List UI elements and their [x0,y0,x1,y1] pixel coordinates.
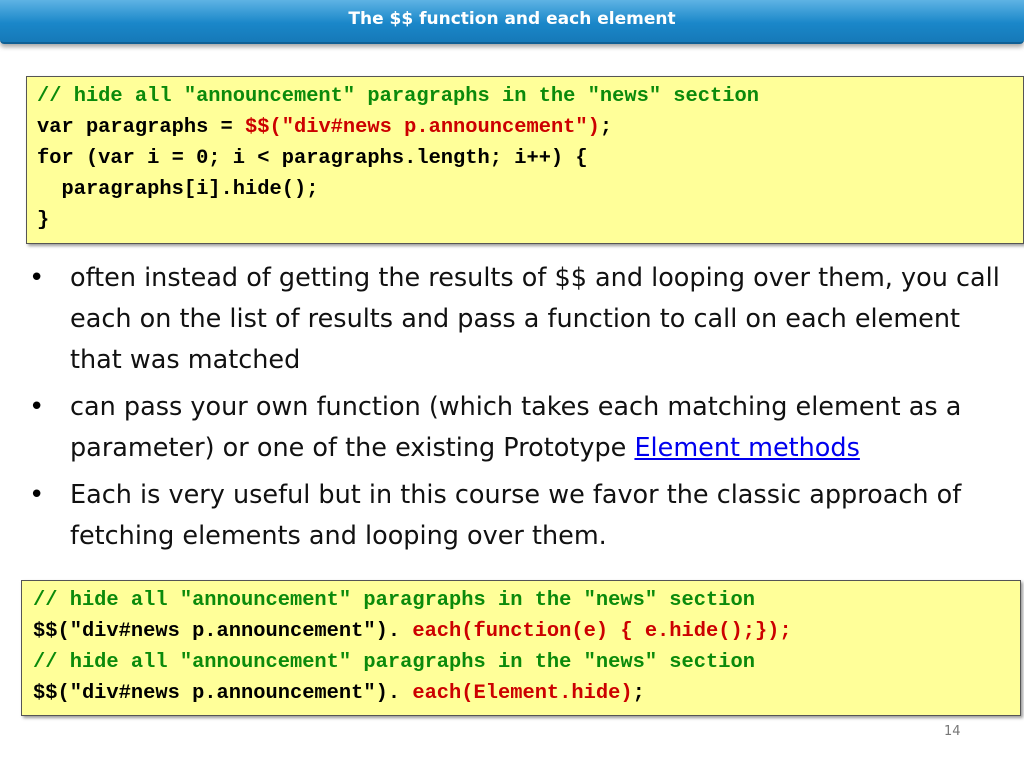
code-semicolon: ; [599,116,613,139]
code-block-loop: // hide all "announcement" paragraphs in… [26,76,1024,244]
code-comment-line: // hide all "announcement" paragraphs in… [37,85,759,108]
element-methods-link[interactable]: Element methods [634,433,859,463]
code-selector-call: $$("div#news p.announcement"). [33,620,413,643]
bullet-text: Each is very useful but in this course w… [70,480,962,551]
bullet-text: can pass your own function (which takes … [70,387,1008,469]
code-comment-line: // hide all "announcement" paragraphs in… [33,589,755,612]
page-number: 14 [944,724,961,739]
bullet-marker: • [29,263,45,293]
slide-title: The $$ function and each element [348,9,676,29]
code-block-each: // hide all "announcement" paragraphs in… [21,580,1021,716]
title-bar: The $$ function and each element [0,0,1024,44]
bullet-marker: • [29,480,45,510]
code-selector-call: $$("div#news p.announcement") [245,116,600,139]
bullet-item: • can pass your own function (which take… [29,387,1008,469]
code-line-close: } [37,209,50,232]
code-line-each-function: $$("div#news p.announcement"). each(func… [33,620,792,643]
bullet-text: often instead of getting the results of … [70,263,1000,375]
code-line-for: for (var i = 0; i < paragraphs.length; i… [37,147,588,170]
code-line-each-method: $$("div#news p.announcement"). each(Elem… [33,682,645,705]
bullet-item: • Each is very useful but in this course… [29,475,1008,557]
code-selector-call: $$("div#news p.announcement"). [33,682,413,705]
code-line-hide: paragraphs[i].hide(); [37,178,319,201]
code-semicolon: ; [632,682,645,705]
code-line-var: var paragraphs = $$("div#news p.announce… [37,116,612,139]
code-each-call: each(function(e) { e.hide();}); [412,620,792,643]
code-each-call: each(Element.hide) [412,682,633,705]
bullet-marker: • [29,392,45,422]
code-var-decl: var paragraphs = [37,116,246,139]
bullet-item: • often instead of getting the results o… [29,258,1008,381]
bullet-list: • often instead of getting the results o… [29,258,1008,563]
code-comment-line: // hide all "announcement" paragraphs in… [33,651,755,674]
